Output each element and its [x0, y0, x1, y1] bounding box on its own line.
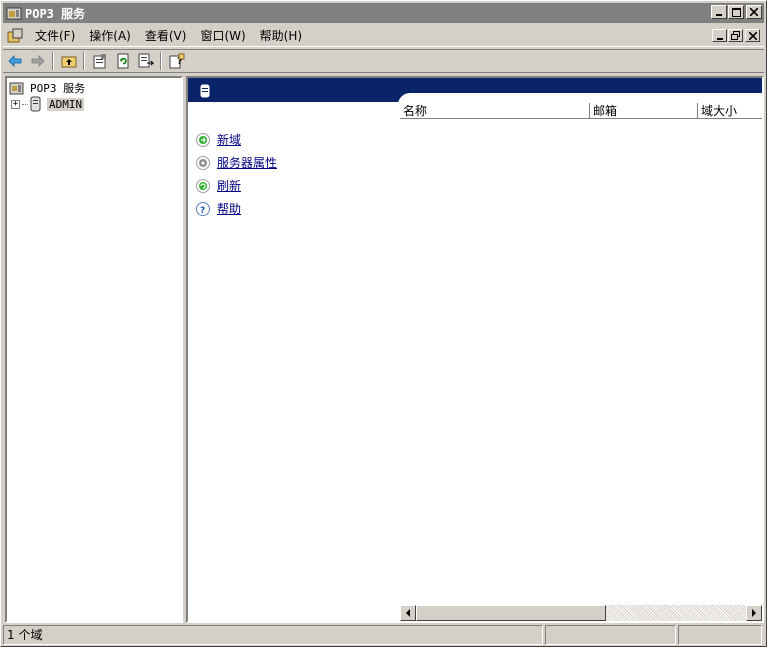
task-server-properties[interactable]: 服务器属性 — [196, 151, 283, 174]
task-refresh-link[interactable]: 刷新 — [217, 177, 247, 194]
back-button[interactable] — [4, 51, 26, 71]
details-pane: 名称 邮箱 域大小 新域 服务器属性 刷新 ? 帮助 — [186, 76, 764, 623]
toolbar: ? — [3, 49, 764, 73]
menu-action[interactable]: 操作(A) — [83, 27, 139, 44]
status-panel-3 — [678, 625, 762, 645]
window-title: POP3 服务 — [25, 6, 86, 21]
domain-server-icon — [30, 96, 41, 112]
folder-up-icon — [61, 56, 77, 68]
mdi-restore-button[interactable] — [728, 29, 743, 42]
mdi-minimize-button[interactable] — [712, 29, 727, 42]
mmc-window: POP3 服务 文件(F) 操作(A) 查看(V) 窗口(W) 帮助(H) ? … — [0, 0, 767, 647]
help-icon: ? — [196, 201, 210, 216]
properties-icon — [93, 54, 106, 69]
refresh-doc-icon — [117, 53, 129, 69]
svg-text:?: ? — [200, 206, 205, 214]
properties-button[interactable] — [89, 51, 111, 71]
refresh-button[interactable] — [112, 51, 134, 71]
title-bar[interactable]: POP3 服务 — [3, 3, 764, 23]
menu-file[interactable]: 文件(F) — [29, 27, 83, 44]
horizontal-scrollbar[interactable] — [400, 605, 762, 621]
task-new-domain[interactable]: 新域 — [196, 128, 283, 151]
task-server-properties-link[interactable]: 服务器属性 — [217, 154, 283, 171]
status-panel-2 — [545, 625, 676, 645]
scroll-left-button[interactable] — [400, 605, 416, 621]
up-one-level-button[interactable] — [58, 51, 80, 71]
app-icon — [6, 5, 22, 21]
refresh-icon — [196, 178, 210, 193]
tree-child-label: ADMIN — [47, 97, 85, 111]
forward-arrow-icon — [31, 55, 45, 67]
column-name[interactable]: 名称 — [400, 103, 590, 119]
tree-node-pop3-service[interactable]: POP3 服务 — [9, 80, 87, 96]
help-button[interactable]: ? — [166, 51, 188, 71]
menu-view[interactable]: 查看(V) — [139, 27, 195, 44]
mdi-close-button[interactable] — [745, 29, 760, 42]
task-help-link[interactable]: 帮助 — [217, 200, 247, 217]
domain-server-header-icon — [200, 84, 210, 98]
task-list: 新域 服务器属性 刷新 ? 帮助 — [196, 128, 283, 220]
scroll-thumb[interactable] — [416, 605, 606, 621]
column-mailbox[interactable]: 邮箱 — [590, 103, 698, 119]
task-new-domain-link[interactable]: 新域 — [217, 131, 247, 148]
console-tree[interactable]: POP3 服务 + ADMIN — [5, 76, 183, 623]
menu-window[interactable]: 窗口(W) — [194, 27, 253, 44]
tree-node-admin[interactable]: + ADMIN — [11, 96, 85, 112]
status-bar: 1 个域 — [3, 625, 764, 645]
export-list-button[interactable] — [135, 51, 157, 71]
task-help[interactable]: ? 帮助 — [196, 197, 283, 220]
task-refresh[interactable]: 刷新 — [196, 174, 283, 197]
scroll-right-button[interactable] — [746, 605, 762, 621]
back-arrow-icon — [8, 55, 22, 67]
forward-button[interactable] — [27, 51, 49, 71]
list-column-headers: 名称 邮箱 域大小 — [400, 103, 762, 119]
help-doc-icon: ? — [169, 53, 185, 69]
minimize-button[interactable] — [711, 5, 727, 19]
expand-toggle[interactable]: + — [11, 99, 20, 109]
console-doc-icon[interactable] — [7, 28, 23, 44]
menu-help[interactable]: 帮助(H) — [254, 27, 310, 44]
pop3-service-icon — [9, 82, 24, 95]
status-text: 1 个域 — [3, 625, 543, 645]
arrow-right-icon — [752, 609, 756, 617]
tree-root-label: POP3 服务 — [30, 82, 86, 95]
new-domain-icon — [196, 132, 210, 147]
export-list-icon — [138, 53, 154, 68]
maximize-button[interactable] — [728, 5, 744, 19]
arrow-left-icon — [406, 609, 410, 617]
server-properties-icon — [196, 155, 210, 170]
menu-bar: 文件(F) 操作(A) 查看(V) 窗口(W) 帮助(H) — [3, 25, 764, 47]
column-domain-size[interactable]: 域大小 — [698, 103, 762, 119]
close-button[interactable] — [746, 5, 762, 19]
